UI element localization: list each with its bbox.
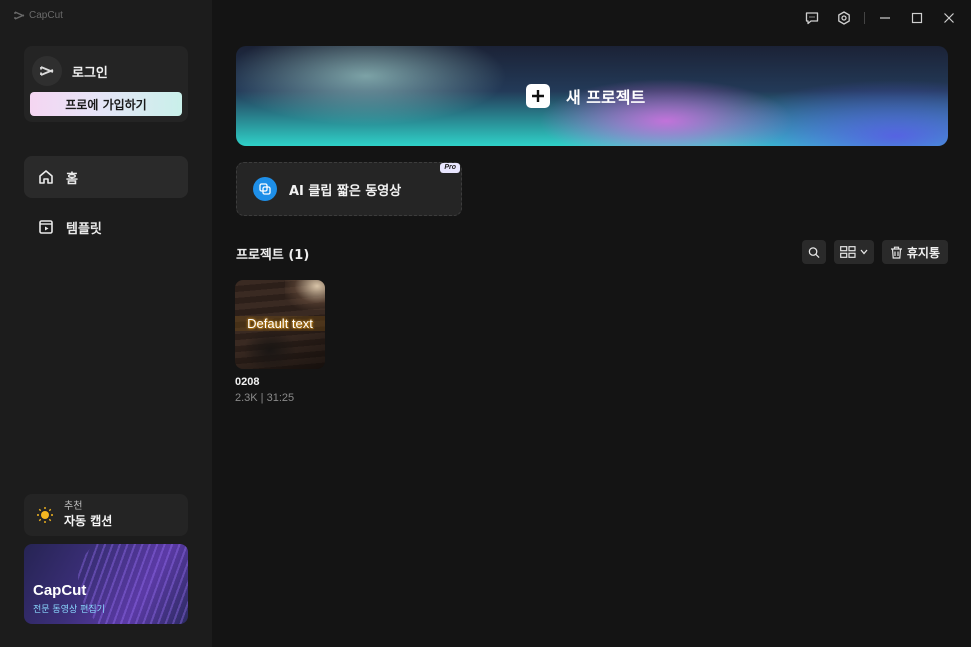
plus-icon	[526, 84, 550, 108]
sidebar-item-templates[interactable]: 템플릿	[24, 206, 188, 248]
close-icon	[944, 13, 954, 23]
new-project-button[interactable]: 새 프로젝트	[236, 46, 948, 146]
feedback-icon	[805, 12, 819, 25]
trash-label: 휴지통	[906, 245, 940, 260]
avatar[interactable]	[32, 56, 62, 86]
search-button[interactable]	[801, 240, 826, 264]
thumbnail-image	[285, 280, 325, 310]
maximize-button[interactable]	[901, 6, 933, 30]
recommend-card[interactable]: 추천 자동 캡션	[24, 494, 188, 536]
capcut-logo-icon	[14, 11, 25, 20]
maximize-icon	[911, 12, 923, 24]
capcut-avatar-icon	[40, 66, 54, 76]
pro-badge: Pro	[440, 163, 460, 173]
thumbnail-shadow	[245, 330, 295, 369]
projects-title: 프로젝트 (1)	[236, 248, 310, 263]
minimize-button[interactable]	[869, 6, 901, 30]
titlebar-controls	[796, 6, 965, 30]
project-name[interactable]: 0208	[235, 376, 259, 388]
login-label[interactable]: 로그인	[72, 62, 108, 81]
promo-title: CapCut	[33, 582, 87, 599]
app-logo-text: CapCut	[29, 10, 63, 21]
promo-banner[interactable]: CapCut 전문 동영상 편집기	[24, 544, 188, 624]
settings-button[interactable]	[828, 6, 860, 30]
titlebar-divider	[864, 12, 865, 24]
projects-toolbar: 휴지통	[801, 240, 948, 264]
template-icon	[39, 220, 53, 234]
login-card: 로그인 프로에 가입하기	[24, 46, 188, 122]
new-project-label: 새 프로젝트	[566, 88, 646, 107]
ai-clip-button[interactable]: AI 클립 짧은 동영상 Pro	[236, 162, 462, 216]
grid-view-icon	[839, 246, 856, 258]
promo-subtitle: 전문 동영상 편집기	[33, 605, 105, 615]
sidebar: CapCut 로그인 프로에 가입하기 홈 템플릿 추천 자동 캡션 CapCu…	[0, 0, 212, 647]
recommend-title: 자동 캡션	[64, 514, 113, 528]
search-icon	[808, 246, 820, 258]
thumbnail-caption: Default text	[235, 316, 325, 331]
ai-clip-icon	[253, 177, 277, 201]
ai-clip-label: AI 클립 짧은 동영상	[289, 183, 402, 199]
lightbulb-icon	[37, 507, 53, 523]
new-project-content: 새 프로젝트	[526, 84, 645, 108]
sidebar-item-home[interactable]: 홈	[24, 156, 188, 198]
close-button[interactable]	[933, 6, 965, 30]
sidebar-item-label: 홈	[66, 171, 78, 187]
recommend-small-label: 추천	[64, 501, 83, 512]
feedback-button[interactable]	[796, 6, 828, 30]
pro-signup-button[interactable]: 프로에 가입하기	[30, 92, 182, 116]
app-logo: CapCut	[14, 10, 63, 21]
settings-icon	[838, 11, 850, 25]
home-icon	[39, 170, 53, 184]
chevron-down-icon	[860, 249, 868, 255]
minimize-icon	[880, 17, 890, 19]
project-meta: 2.3K | 31:25	[235, 392, 295, 404]
view-toggle-button[interactable]	[833, 240, 874, 264]
sidebar-item-label: 템플릿	[66, 221, 102, 237]
project-thumbnail[interactable]: Default text	[235, 280, 325, 369]
trash-icon	[890, 246, 902, 259]
trash-button[interactable]: 휴지통	[881, 240, 948, 264]
